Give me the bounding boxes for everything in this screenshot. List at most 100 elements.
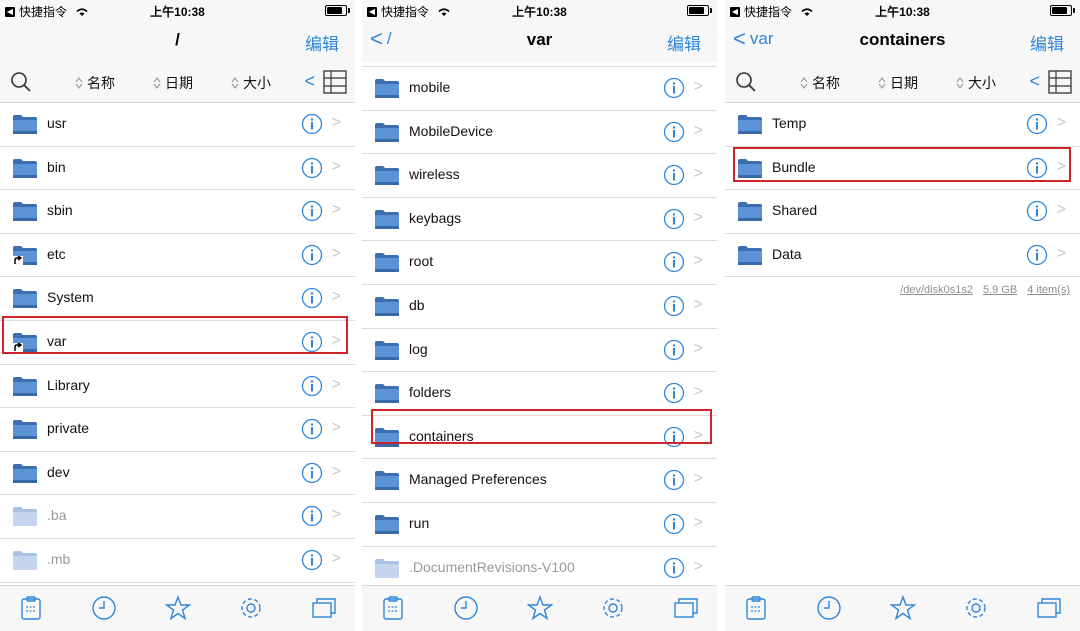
- list-item[interactable]: usr >: [0, 103, 355, 147]
- info-icon[interactable]: [663, 382, 685, 404]
- list-item[interactable]: bin >: [0, 147, 355, 191]
- list-item[interactable]: etc >: [0, 234, 355, 278]
- list-item[interactable]: .ba >: [0, 495, 355, 539]
- item-label: Data: [772, 245, 802, 262]
- info-icon[interactable]: [301, 549, 323, 571]
- file-list: usr > bin > sbin > etc > System > var > Librar…: [0, 103, 355, 583]
- list-item[interactable]: keybags >: [362, 198, 717, 242]
- sort-size-button[interactable]: 大小: [956, 73, 996, 93]
- sort-name-button[interactable]: 名称: [75, 73, 115, 93]
- info-icon[interactable]: [1026, 113, 1048, 135]
- info-icon[interactable]: [663, 164, 685, 186]
- list-item[interactable]: db >: [362, 285, 717, 329]
- list-item[interactable]: folders >: [362, 372, 717, 416]
- list-item[interactable]: System >: [0, 277, 355, 321]
- list-item[interactable]: .mb >: [0, 539, 355, 583]
- chevron-left-icon[interactable]: <: [304, 71, 315, 91]
- folder-icon: [374, 208, 400, 230]
- edit-button[interactable]: 编辑: [667, 30, 701, 55]
- list-item[interactable]: Library >: [0, 365, 355, 409]
- star-icon[interactable]: [527, 595, 553, 621]
- list-item[interactable]: .DocumentRevisions-V100 >: [362, 547, 717, 591]
- gear-icon[interactable]: [600, 595, 626, 621]
- windows-icon[interactable]: [673, 595, 699, 621]
- info-icon[interactable]: [1026, 200, 1048, 222]
- info-icon[interactable]: [663, 251, 685, 273]
- list-item[interactable]: run >: [362, 503, 717, 547]
- item-count-link[interactable]: 4 item(s): [1027, 284, 1070, 296]
- chevron-right-icon: >: [1056, 244, 1066, 262]
- disk-size-link[interactable]: 5.9 GB: [983, 284, 1017, 296]
- item-label: run: [409, 514, 430, 531]
- sort-name-label: 名称: [87, 75, 115, 91]
- list-item[interactable]: Shared >: [725, 190, 1080, 234]
- info-icon[interactable]: [301, 462, 323, 484]
- windows-icon[interactable]: [311, 595, 337, 621]
- list-item[interactable]: dev >: [0, 452, 355, 496]
- list-item[interactable]: Data >: [725, 234, 1080, 278]
- list-item[interactable]: var >: [0, 321, 355, 365]
- clipboard-icon[interactable]: [380, 595, 406, 621]
- search-icon[interactable]: [10, 71, 32, 93]
- info-icon[interactable]: [663, 121, 685, 143]
- folder-icon: [374, 121, 400, 143]
- disk-link[interactable]: /dev/disk0s1s2: [900, 284, 973, 296]
- clock-icon[interactable]: [816, 595, 842, 621]
- clock-icon[interactable]: [453, 595, 479, 621]
- list-item[interactable]: containers >: [362, 416, 717, 460]
- info-icon[interactable]: [663, 557, 685, 579]
- sort-date-button[interactable]: 日期: [878, 73, 918, 93]
- sort-arrows-icon: [153, 77, 161, 89]
- list-view-icon[interactable]: [1048, 70, 1072, 94]
- list-item[interactable]: root >: [362, 241, 717, 285]
- info-icon[interactable]: [663, 339, 685, 361]
- list-item[interactable]: sbin >: [0, 190, 355, 234]
- list-item[interactable]: MobileDevice >: [362, 111, 717, 155]
- info-icon[interactable]: [663, 208, 685, 230]
- sort-name-button[interactable]: 名称: [800, 73, 840, 93]
- edit-button[interactable]: 编辑: [305, 30, 339, 55]
- clipboard-icon[interactable]: [18, 595, 44, 621]
- info-icon[interactable]: [663, 295, 685, 317]
- star-icon[interactable]: [165, 595, 191, 621]
- search-icon[interactable]: [735, 71, 757, 93]
- info-icon[interactable]: [301, 113, 323, 135]
- list-item[interactable]: log >: [362, 329, 717, 373]
- chevron-left-icon[interactable]: <: [1029, 71, 1040, 91]
- sort-date-button[interactable]: 日期: [153, 73, 193, 93]
- gear-icon[interactable]: [238, 595, 264, 621]
- folder-icon: [374, 426, 400, 448]
- windows-icon[interactable]: [1036, 595, 1062, 621]
- list-item[interactable]: private >: [0, 408, 355, 452]
- info-icon[interactable]: [301, 331, 323, 353]
- info-icon[interactable]: [663, 426, 685, 448]
- clipboard-icon[interactable]: [743, 595, 769, 621]
- info-icon[interactable]: [301, 375, 323, 397]
- list-item[interactable]: Managed Preferences >: [362, 459, 717, 503]
- clock-icon[interactable]: [91, 595, 117, 621]
- info-icon[interactable]: [663, 513, 685, 535]
- info-icon[interactable]: [663, 77, 685, 99]
- chevron-right-icon: >: [693, 383, 703, 401]
- info-icon[interactable]: [301, 200, 323, 222]
- panel-containers: ◀ 快捷指令 上午10:38 < var containers 编辑 名称 日期 …: [725, 0, 1080, 631]
- info-icon[interactable]: [1026, 244, 1048, 266]
- sort-size-button[interactable]: 大小: [231, 73, 271, 93]
- info-icon[interactable]: [301, 157, 323, 179]
- info-icon[interactable]: [301, 287, 323, 309]
- gear-icon[interactable]: [963, 595, 989, 621]
- edit-button[interactable]: 编辑: [1030, 30, 1064, 55]
- info-icon[interactable]: [1026, 157, 1048, 179]
- list-item[interactable]: mobile >: [362, 67, 717, 111]
- info-icon[interactable]: [663, 469, 685, 491]
- sort-arrows-icon: [956, 77, 964, 89]
- list-item[interactable]: wireless >: [362, 154, 717, 198]
- star-icon[interactable]: [890, 595, 916, 621]
- list-item[interactable]: Temp >: [725, 103, 1080, 147]
- info-icon[interactable]: [301, 244, 323, 266]
- info-icon[interactable]: [301, 505, 323, 527]
- list-view-icon[interactable]: [323, 70, 347, 94]
- folder-icon: [737, 244, 763, 266]
- list-item[interactable]: Bundle >: [725, 147, 1080, 191]
- info-icon[interactable]: [301, 418, 323, 440]
